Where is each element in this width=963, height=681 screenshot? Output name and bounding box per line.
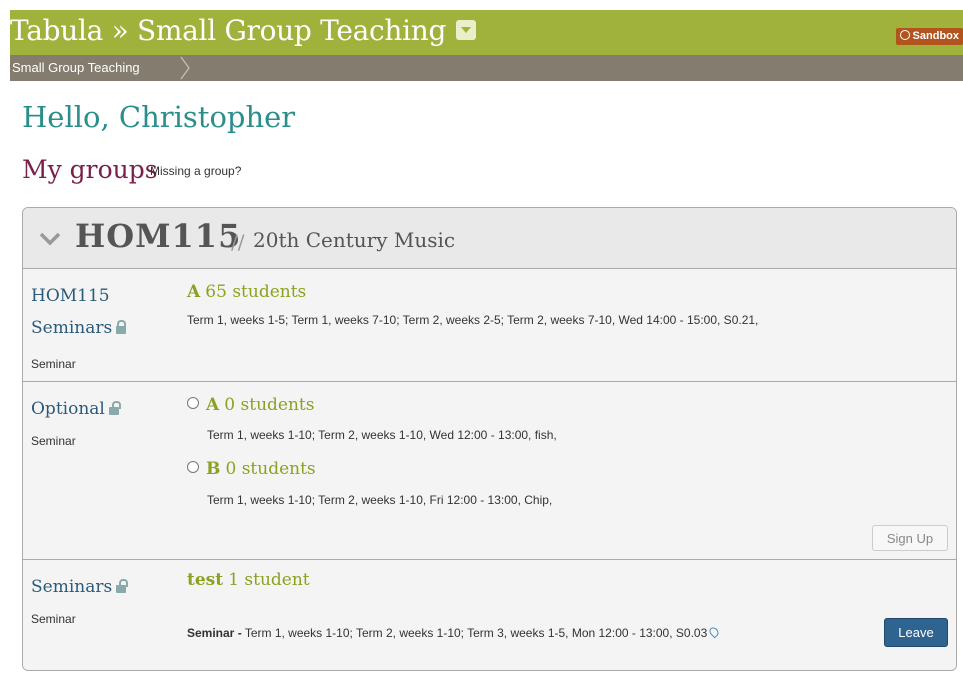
- group-title: test 1 student: [187, 570, 310, 590]
- sign-up-button[interactable]: Sign Up: [872, 525, 948, 551]
- set-name[interactable]: HOM115: [31, 281, 110, 311]
- set-name-line1[interactable]: HOM115: [31, 286, 110, 306]
- group-a-radio[interactable]: [187, 397, 199, 409]
- group-name: B: [206, 459, 221, 479]
- sandbox-badge: Sandbox: [895, 28, 963, 45]
- map-pin-icon[interactable]: [707, 625, 721, 639]
- chevron-down-icon[interactable]: [39, 232, 61, 246]
- group-name: test: [187, 570, 224, 590]
- sandbox-icon: [899, 30, 910, 40]
- group-set-seminars: Seminars Seminar test 1 student Seminar …: [23, 560, 956, 670]
- set-format: Seminar: [31, 434, 76, 448]
- caret-down-icon[interactable]: [456, 19, 477, 40]
- group-student-count: 65 students: [205, 282, 307, 302]
- leave-button[interactable]: Leave: [884, 618, 948, 647]
- group-set-optional: Optional Seminar A 0 students Term 1, we…: [23, 382, 956, 560]
- module-panel: HOM115 // 20th Century Music HOM115 Semi…: [22, 207, 957, 671]
- set-name-second-line[interactable]: Seminars: [31, 313, 127, 343]
- group-schedule: Term 1, weeks 1-5; Term 1, weeks 7-10; T…: [187, 313, 759, 327]
- breadcrumb-separator-icon: [180, 56, 190, 80]
- group-event: Seminar - Term 1, weeks 1-10; Term 2, we…: [187, 625, 721, 640]
- set-name-label[interactable]: Seminars: [31, 577, 112, 597]
- breadcrumb: Small Group Teaching: [10, 55, 963, 81]
- group-option-a[interactable]: A 0 students: [187, 395, 314, 415]
- group-schedule: Term 1, weeks 1-10; Term 2, weeks 1-10, …: [207, 493, 553, 507]
- unlock-icon: [108, 401, 121, 415]
- event-schedule: Term 1, weeks 1-10; Term 2, weeks 1-10; …: [244, 626, 708, 640]
- module-code: HOM115: [75, 217, 242, 255]
- module-separator: //: [231, 230, 245, 254]
- app-title[interactable]: Tabula » Small Group Teaching: [10, 14, 477, 47]
- missing-group-link[interactable]: Missing a group?: [150, 164, 241, 178]
- group-student-count: 0 students: [225, 459, 316, 479]
- app-header: Tabula » Small Group Teaching Sandbox: [10, 10, 963, 55]
- group-name: A: [206, 395, 220, 415]
- set-name[interactable]: Seminars: [31, 572, 129, 602]
- group-option-b[interactable]: B 0 students: [187, 459, 316, 479]
- event-format-label: Seminar -: [187, 626, 242, 640]
- module-name: 20th Century Music: [253, 228, 456, 252]
- my-groups-heading: My groups: [22, 155, 158, 184]
- lock-icon: [116, 320, 127, 334]
- group-title: A 65 students: [187, 282, 306, 302]
- group-student-count: 1 student: [228, 570, 310, 590]
- set-name[interactable]: Optional: [31, 394, 121, 424]
- unlock-icon: [116, 579, 129, 593]
- group-schedule: Term 1, weeks 1-10; Term 2, weeks 1-10, …: [207, 428, 557, 442]
- module-header[interactable]: HOM115 // 20th Century Music: [23, 208, 956, 269]
- set-name-label[interactable]: Optional: [31, 399, 105, 419]
- group-b-radio[interactable]: [187, 461, 199, 473]
- sandbox-label: Sandbox: [912, 30, 959, 42]
- group-name: A: [187, 282, 201, 302]
- set-format: Seminar: [31, 357, 76, 371]
- greeting: Hello, Christopher: [22, 100, 296, 134]
- group-student-count: 0 students: [224, 395, 315, 415]
- set-name-line2[interactable]: Seminars: [31, 318, 112, 338]
- group-set-hom115-seminars: HOM115 Seminars Seminar A 65 students Te…: [23, 269, 956, 382]
- breadcrumb-item-small-group-teaching[interactable]: Small Group Teaching: [12, 55, 140, 81]
- app-title-text[interactable]: Tabula » Small Group Teaching: [10, 14, 446, 47]
- set-format: Seminar: [31, 612, 76, 626]
